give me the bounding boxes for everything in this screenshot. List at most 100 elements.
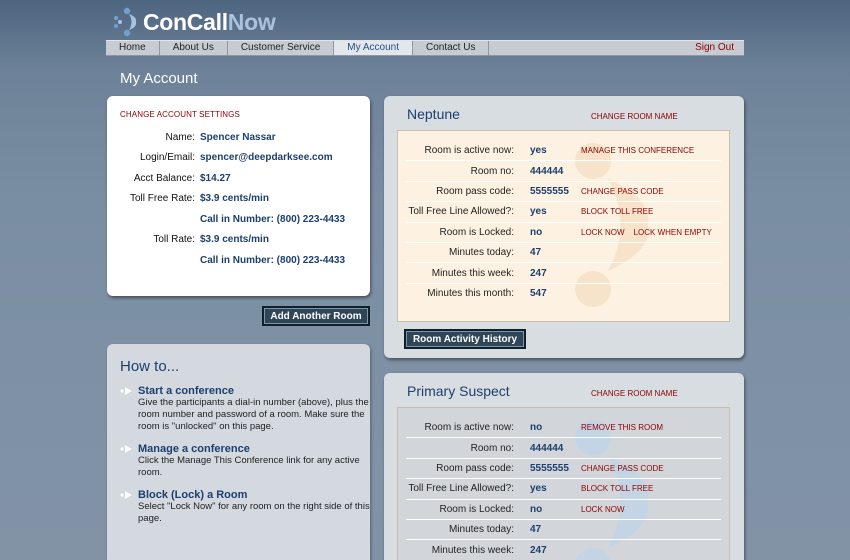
logo[interactable]: ConCallNow [112, 6, 276, 38]
room-label: Room no: [470, 442, 514, 454]
room-label: Room is Locked: [439, 226, 514, 238]
manage-conference-link[interactable]: MANAGE THIS CONFERENCE [581, 146, 694, 155]
nav-home[interactable]: Home [106, 41, 160, 55]
block-toll-free-link[interactable]: BLOCK TOLL FREE [581, 207, 653, 216]
room-row: Room is active now: yes MANAGE THIS CONFER… [406, 141, 721, 162]
account-row: Toll Free Rate: $3.9 cents/min [120, 189, 370, 210]
room-row: Minutes this week: 247 [406, 540, 721, 560]
room-value: no [530, 503, 543, 515]
nav-contact-us[interactable]: Contact Us [413, 41, 490, 55]
room-row: Minutes this month: 547 [406, 284, 721, 304]
account-row: Login/Email: spencer@deepdarksee.com [120, 148, 370, 169]
block-toll-free-link[interactable]: BLOCK TOLL FREE [581, 484, 653, 493]
account-label-toll-rate: Toll Rate: [153, 234, 195, 246]
change-room-name-link[interactable]: CHANGE ROOM NAME [591, 389, 678, 398]
room-panel-primary-suspect: Primary Suspect CHANGE ROOM NAME Room is… [384, 373, 744, 560]
room-label: Toll Free Line Allowed?: [408, 483, 514, 495]
room-row: Room pass code: 5555555 CHANGE PASS CODE [406, 182, 721, 203]
how-to-item: Start a conference Give the participants… [120, 385, 370, 433]
nav-about-us[interactable]: About Us [160, 41, 228, 55]
room-row: Toll Free Line Allowed?: yes BLOCK TOLL FR… [406, 479, 721, 500]
how-to-heading-block[interactable]: Block (Lock) a Room [138, 489, 370, 501]
room-label: Minutes this week: [431, 267, 514, 279]
room-name: Neptune [407, 106, 460, 122]
account-label-toll-free-rate: Toll Free Rate: [129, 193, 195, 205]
room-value: 444444 [530, 165, 564, 177]
room-value: yes [530, 483, 547, 495]
room-value: yes [530, 145, 547, 157]
how-to-body-block: Select "Lock Now" for any room on the ri… [138, 501, 370, 524]
room-label: Toll Free Line Allowed?: [408, 206, 514, 218]
how-to-heading-manage[interactable]: Manage a conference [138, 443, 370, 455]
room-value: no [530, 422, 543, 434]
remove-room-link[interactable]: REMOVE THIS ROOM [581, 423, 663, 432]
conference-burst-icon [114, 7, 137, 37]
account-value-name: Spencer Nassar [200, 131, 276, 143]
room-label: Room is active now: [424, 145, 514, 157]
lock-now-link[interactable]: LOCK NOW [581, 228, 625, 237]
account-label-balance: Acct Balance: [133, 172, 195, 184]
how-to-item: Manage a conference Click the Manage Thi… [120, 443, 370, 479]
how-to-heading-start[interactable]: Start a conference [138, 385, 370, 397]
room-value: 247 [530, 267, 547, 279]
change-room-name-link[interactable]: CHANGE ROOM NAME [591, 112, 678, 121]
sign-out-link[interactable]: Sign Out [682, 41, 744, 55]
account-value-toll-free-rate: $3.9 cents/min [200, 193, 269, 205]
logo-text-now: Now [227, 8, 276, 35]
arrow-bullet-icon [120, 445, 132, 453]
change-pass-code-link[interactable]: CHANGE PASS CODE [581, 464, 664, 473]
room-value: yes [530, 206, 547, 218]
room-row: Room pass code: 5555555 CHANGE PASS CODE [406, 459, 721, 480]
how-to-title: How to... [120, 358, 180, 375]
lock-now-link[interactable]: LOCK NOW [581, 505, 625, 514]
room-label: Minutes today: [448, 524, 514, 536]
arrow-bullet-icon [120, 387, 132, 395]
room-label: Room is Locked: [439, 503, 514, 515]
room-activity-history-button[interactable]: Room Activity History [404, 329, 526, 349]
main-nav: Home About Us Customer Service My Accoun… [106, 40, 744, 56]
room-label: Room no: [470, 165, 514, 177]
account-panel: CHANGE ACCOUNT SETTINGS Name: Spencer Na… [107, 96, 370, 296]
how-to-panel: How to... Start a conference Give the pa… [107, 344, 370, 560]
room-row: Room is active now: no REMOVE THIS ROOM [406, 418, 721, 439]
change-pass-code-link[interactable]: CHANGE PASS CODE [581, 187, 664, 196]
room-row: Minutes today: 47 [406, 520, 721, 541]
room-value: 247 [530, 545, 547, 557]
account-row: Call in Number: (800) 223-4433 [120, 209, 370, 230]
room-label: Minutes this week: [431, 545, 514, 557]
how-to-body-manage: Click the Manage This Conference link fo… [138, 455, 360, 478]
change-account-settings-link[interactable]: CHANGE ACCOUNT SETTINGS [120, 110, 370, 119]
room-value: no [530, 226, 543, 238]
account-row: Call in Number: (800) 223-4433 [120, 250, 370, 271]
room-label: Minutes this month: [427, 288, 514, 300]
logo-text: ConCallNow [143, 8, 276, 36]
room-row: Room no: 444444 [406, 438, 721, 459]
account-value-toll-free-number: Call in Number: (800) 223-4433 [200, 213, 346, 225]
account-row: Toll Rate: $3.9 cents/min [120, 230, 370, 251]
how-to-item: Block (Lock) a Room Select "Lock Now" fo… [120, 489, 370, 525]
account-value-toll-number: Call in Number: (800) 223-4433 [200, 254, 346, 266]
nav-customer-service[interactable]: Customer Service [228, 41, 335, 55]
room-label: Room pass code: [436, 185, 514, 197]
account-row: Name: Spencer Nassar [120, 127, 370, 148]
arrow-bullet-icon [120, 491, 132, 499]
room-value: 444444 [530, 442, 564, 454]
room-label: Minutes today: [448, 247, 514, 259]
add-another-room-button[interactable]: Add Another Room [262, 306, 370, 326]
room-label: Room pass code: [436, 462, 514, 474]
room-row: Room is Locked: no LOCK NOW [406, 500, 721, 520]
account-value-toll-rate: $3.9 cents/min [200, 234, 269, 246]
room-row: Minutes this week: 247 [406, 263, 721, 284]
account-label-login: Login/Email: [139, 152, 195, 164]
room-value: 5555555 [530, 185, 569, 197]
how-to-body-start: Give the participants a dial-in number (… [138, 397, 369, 432]
nav-my-account[interactable]: My Account [334, 41, 413, 55]
room-value: 47 [530, 247, 542, 259]
account-value-login: spencer@deepdarksee.com [200, 152, 333, 164]
page-title: My Account [120, 70, 198, 87]
room-label: Room is active now: [424, 422, 514, 434]
room-row: Minutes today: 47 [406, 243, 721, 264]
lock-when-empty-link[interactable]: LOCK WHEN EMPTY [634, 228, 712, 237]
logo-text-concall: ConCall [143, 8, 228, 35]
account-value-balance: $14.27 [200, 172, 231, 184]
